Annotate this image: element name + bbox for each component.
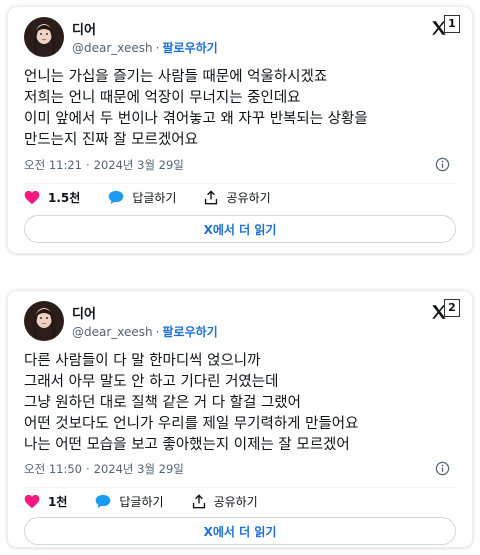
timestamp[interactable]: 오전 11:21 · 2024년 3월 29일 — [24, 157, 184, 173]
reply-label: 답글하기 — [119, 494, 164, 509]
reply-bubble-icon — [108, 190, 124, 204]
reply-button[interactable]: 답글하기 — [108, 189, 176, 206]
separator-dot: · — [155, 325, 160, 339]
avatar[interactable] — [24, 301, 64, 341]
tweet-date: 2024년 3월 29일 — [93, 158, 184, 172]
page-number-badge: 2 — [444, 299, 460, 317]
tweet-card: 디어 @dear_xeesh · 팔로우하기 1 언니는 가십을 즐기는 사람들 때… — [7, 6, 473, 254]
share-icon — [192, 493, 205, 508]
share-button[interactable]: 공유하기 — [192, 493, 258, 510]
handle-row: @dear_xeesh · 팔로우하기 — [72, 39, 218, 56]
handle-row: @dear_xeesh · 팔로우하기 — [72, 323, 218, 340]
heart-icon — [24, 494, 40, 508]
user-handle[interactable]: @dear_xeesh — [72, 41, 153, 55]
page-number-badge: 1 — [444, 15, 460, 33]
info-icon[interactable] — [435, 461, 450, 476]
avatar-image — [33, 308, 56, 339]
like-button[interactable]: 1.5천 — [24, 189, 80, 206]
timestamp[interactable]: 오전 11:50 · 2024년 3월 29일 — [24, 461, 184, 477]
avatar-image — [33, 24, 56, 55]
reply-label: 답글하기 — [132, 190, 177, 205]
share-button[interactable]: 공유하기 — [204, 189, 271, 206]
tweet-time: 오전 11:50 — [24, 462, 82, 476]
tweet-card: 디어 @dear_xeesh · 팔로우하기 2 다른 사람들이 다 말 한마디씩 … — [7, 290, 473, 548]
divider — [24, 487, 456, 488]
separator-dot: · — [155, 41, 160, 55]
reply-button[interactable]: 답글하기 — [95, 493, 164, 510]
tweet-text: 언니는 가십을 즐기는 사람들 때문에 억울하시겠죠 저희는 언니 때문에 억장… — [24, 69, 368, 148]
share-label: 공유하기 — [213, 494, 258, 509]
user-name[interactable]: 디어 — [72, 303, 96, 322]
separator-dot: · — [85, 462, 90, 476]
follow-button[interactable]: 팔로우하기 — [162, 325, 217, 339]
share-icon — [205, 189, 218, 204]
avatar[interactable] — [24, 17, 64, 57]
tweet-text: 다른 사람들이 다 말 한마디씩 얹으니까 그래서 아무 말도 안 하고 기다린… — [24, 353, 359, 453]
read-more-button[interactable]: X에서 더 읽기 — [24, 517, 456, 545]
tweet-date: 2024년 3월 29일 — [93, 462, 184, 476]
like-count: 1천 — [48, 494, 68, 509]
follow-button[interactable]: 팔로우하기 — [162, 41, 217, 55]
user-handle[interactable]: @dear_xeesh — [72, 325, 153, 339]
tweet-time: 오전 11:21 — [24, 158, 82, 172]
like-button[interactable]: 1천 — [24, 493, 67, 510]
divider — [24, 183, 456, 184]
user-name[interactable]: 디어 — [72, 19, 96, 38]
heart-icon — [24, 190, 40, 204]
read-more-button[interactable]: X에서 더 읽기 — [24, 215, 456, 243]
info-icon[interactable] — [435, 157, 450, 172]
action-bar: 1.5천 답글하기 공유하기 — [24, 187, 456, 207]
share-label: 공유하기 — [226, 190, 271, 205]
action-bar: 1천 답글하기 공유하기 — [24, 491, 456, 511]
reply-bubble-icon — [96, 494, 111, 508]
separator-dot: · — [85, 158, 90, 172]
like-count: 1.5천 — [48, 190, 81, 205]
